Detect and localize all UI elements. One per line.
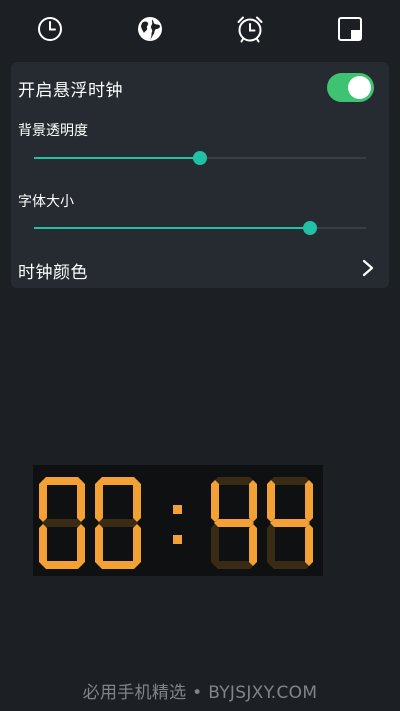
segment-a (270, 477, 310, 485)
segment-b (77, 480, 85, 522)
segment-d (270, 561, 310, 569)
watermark: 必用手机精选 • BYJSJXY.COM (82, 683, 318, 703)
font-size-slider-thumb[interactable] (302, 221, 317, 235)
segment-e (95, 524, 103, 566)
clock-digit-2 (211, 477, 257, 569)
alarm-clock-icon (237, 16, 263, 43)
tab-clock[interactable] (0, 0, 100, 58)
segment-b (133, 480, 141, 522)
seven-segment-display (39, 477, 313, 569)
font-size-label: 字体大小 (18, 194, 74, 210)
clock-color-label: 时钟颜色 (18, 263, 88, 283)
segment-d (42, 561, 82, 569)
opacity-slider-thumb[interactable] (193, 151, 207, 165)
segment-e (39, 524, 47, 566)
floating-clock-preview[interactable]: 00 44 : (33, 465, 323, 576)
segment-b (305, 480, 313, 522)
globe-icon (138, 17, 162, 41)
tab-world-clock[interactable] (100, 0, 200, 58)
segment-a (98, 477, 138, 485)
tab-alarm[interactable] (200, 0, 300, 58)
toggle-knob (348, 76, 371, 99)
clock-digit-1 (95, 477, 141, 569)
float-clock-label: 开启悬浮时钟 (18, 81, 123, 101)
segment-c (133, 524, 141, 566)
segment-e (267, 524, 275, 566)
segment-c (305, 524, 313, 566)
segment-f (267, 480, 275, 522)
segment-a (214, 477, 254, 485)
font-size-slider[interactable] (34, 221, 366, 235)
segment-f (95, 480, 103, 522)
clock-colon-dot (173, 505, 182, 514)
segment-g (270, 519, 310, 527)
opacity-slider-fill (34, 157, 200, 159)
settings-card: 开启悬浮时钟 背景透明度 字体大小 时钟颜色 (11, 62, 389, 288)
segment-c (77, 524, 85, 566)
chevron-right-icon (362, 259, 374, 277)
segment-g (214, 519, 254, 527)
segment-b (249, 480, 257, 522)
floating-window-icon (338, 17, 362, 41)
segment-d (214, 561, 254, 569)
clock-colon-dot (173, 535, 182, 544)
segment-g (98, 519, 138, 527)
top-tab-bar (0, 0, 400, 58)
clock-digit-3 (267, 477, 313, 569)
floating-clock-settings-screen: 开启悬浮时钟 背景透明度 字体大小 时钟颜色 00 44 : 必用手机精选 • … (0, 0, 400, 711)
opacity-label: 背景透明度 (18, 123, 88, 139)
clock-digit-0 (39, 477, 85, 569)
segment-a (42, 477, 82, 485)
segment-d (98, 561, 138, 569)
opacity-slider[interactable] (34, 151, 366, 165)
segment-f (211, 480, 219, 522)
segment-c (249, 524, 257, 566)
clock-icon (38, 17, 62, 41)
font-size-slider-fill (34, 227, 310, 229)
segment-f (39, 480, 47, 522)
segment-g (42, 519, 82, 527)
segment-e (211, 524, 219, 566)
tab-floating-clock[interactable] (300, 0, 400, 58)
float-clock-toggle[interactable] (327, 73, 374, 102)
